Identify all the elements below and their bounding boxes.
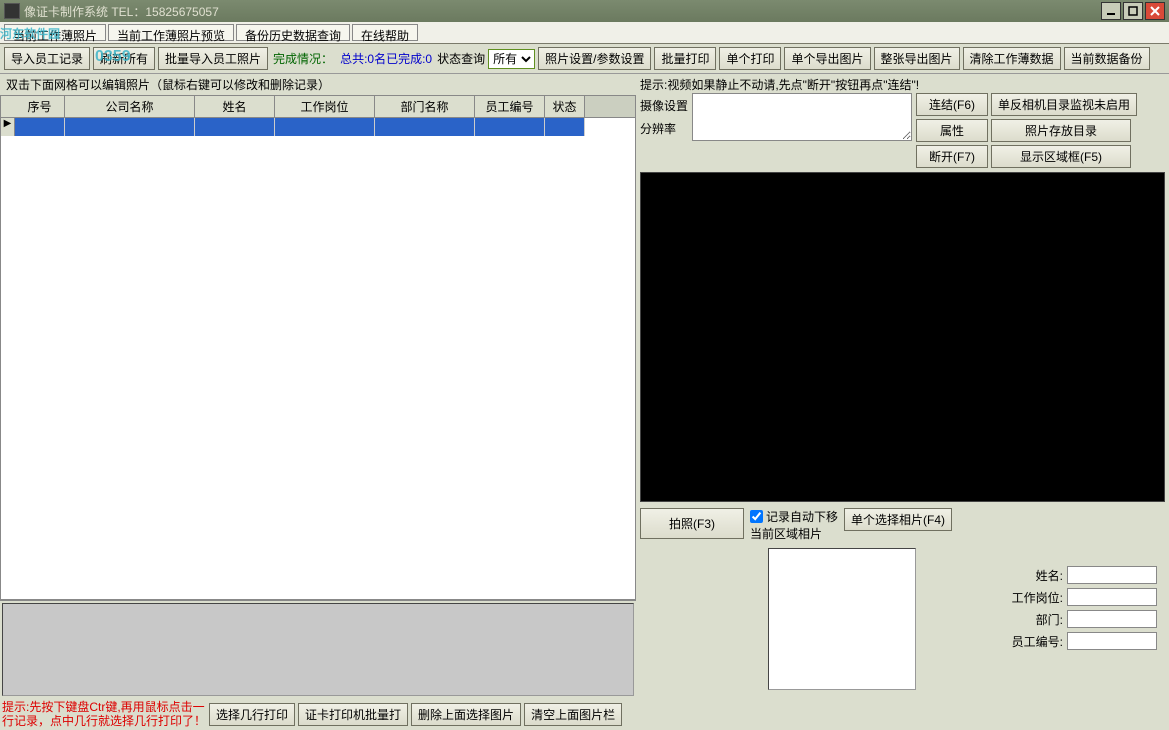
window-controls [1101, 2, 1165, 20]
col-dept[interactable]: 部门名称 [375, 96, 475, 117]
col-status[interactable]: 状态 [545, 96, 585, 117]
titlebar: 像证卡制作系统 TEL：15825675057 [0, 0, 1169, 22]
disconnect-button[interactable]: 断开(F7) [916, 145, 988, 168]
delete-selected-image-button[interactable]: 删除上面选择图片 [411, 703, 521, 726]
menu-tab-preview[interactable]: 当前工作薄照片预览 [108, 24, 234, 41]
name-field[interactable] [1067, 566, 1157, 584]
single-export-button[interactable]: 单个导出图片 [784, 47, 870, 70]
col-name[interactable]: 姓名 [195, 96, 275, 117]
menubar: 当前工作薄照片 当前工作薄照片预览 备份历史数据查询 在线帮助 [0, 22, 1169, 44]
refresh-all-button[interactable]: 刷新所有 [93, 47, 155, 70]
table-row[interactable]: ▶ [1, 118, 635, 136]
app-icon [4, 3, 20, 19]
batch-export-button[interactable]: 整张导出图片 [874, 47, 960, 70]
col-job[interactable]: 工作岗位 [275, 96, 375, 117]
auto-move-down-input[interactable] [750, 510, 763, 523]
job-label: 工作岗位: [1012, 589, 1063, 606]
empno-field[interactable] [1067, 632, 1157, 650]
maximize-button[interactable] [1123, 2, 1143, 20]
status-query-label: 状态查询 [437, 50, 485, 67]
empno-label: 员工编号: [1012, 633, 1063, 650]
close-button[interactable] [1145, 2, 1165, 20]
capture-button[interactable]: 拍照(F3) [640, 508, 744, 539]
properties-button[interactable]: 属性 [916, 119, 988, 142]
photo-dir-button[interactable]: 照片存放目录 [991, 119, 1131, 142]
status-filter-combo[interactable]: 所有 [488, 49, 535, 69]
resolution-label: 分辨率 [640, 120, 688, 137]
col-empno[interactable]: 员工编号 [475, 96, 545, 117]
right-panel: 提示:视频如果静止不动请,先点"断开"按钮再点"连结"! 摄像设置 分辨率 连结… [636, 74, 1169, 730]
col-company[interactable]: 公司名称 [65, 96, 195, 117]
thumbnail-strip[interactable] [2, 603, 634, 696]
col-seq[interactable]: 序号 [15, 96, 65, 117]
clear-workbook-button[interactable]: 清除工作薄数据 [963, 47, 1061, 70]
resolution-input[interactable] [692, 93, 912, 141]
progress-label: 完成情况： [271, 50, 335, 67]
progress-value: 总共:0名已完成:0 [338, 50, 434, 67]
photo-thumbnail [768, 548, 916, 690]
grid-hint: 双击下面网格可以编辑照片（鼠标右键可以修改和删除记录） [0, 74, 636, 95]
window-title: 像证卡制作系统 TEL：15825675057 [24, 3, 219, 20]
menu-tab-photos[interactable]: 当前工作薄照片 [4, 24, 106, 41]
camera-preview [640, 172, 1165, 502]
connect-button[interactable]: 连结(F6) [916, 93, 988, 116]
show-area-button[interactable]: 显示区域框(F5) [991, 145, 1131, 168]
job-field[interactable] [1067, 588, 1157, 606]
dept-label: 部门: [1036, 611, 1063, 628]
single-print-button[interactable]: 单个打印 [719, 47, 781, 70]
auto-move-down-checkbox[interactable]: 记录自动下移 [750, 508, 838, 525]
grid-header: 序号 公司名称 姓名 工作岗位 部门名称 员工编号 状态 [0, 95, 636, 118]
single-select-photo-button[interactable]: 单个选择相片(F4) [844, 508, 952, 531]
ctrl-hint-line2: 行记录，点中几行就选择几行打印了！ [2, 714, 206, 728]
dslr-monitor-button[interactable]: 单反相机目录监视未启用 [991, 93, 1137, 116]
select-rows-print-button[interactable]: 选择几行打印 [209, 703, 295, 726]
import-employee-button[interactable]: 导入员工记录 [4, 47, 90, 70]
clear-image-column-button[interactable]: 清空上面图片栏 [524, 703, 622, 726]
photo-param-button[interactable]: 照片设置/参数设置 [538, 47, 651, 70]
ctrl-hint-line1: 提示:先按下键盘Ctr键,再用鼠标点击一 [2, 700, 206, 714]
camera-settings-label: 摄像设置 [640, 97, 688, 114]
backup-now-button[interactable]: 当前数据备份 [1064, 47, 1150, 70]
menu-tab-history[interactable]: 备份历史数据查询 [236, 24, 350, 41]
employee-form: 姓名: 工作岗位: 部门: 员工编号: [1012, 566, 1157, 650]
toolbar: 导入员工记录 刷新所有 批量导入员工照片 完成情况： 总共:0名已完成:0 状态… [0, 44, 1169, 74]
current-area-photo-label: 当前区域相片 [750, 525, 838, 542]
batch-print-button[interactable]: 批量打印 [654, 47, 716, 70]
menu-tab-help[interactable]: 在线帮助 [352, 24, 418, 41]
name-label: 姓名: [1036, 567, 1063, 584]
left-panel: 双击下面网格可以编辑照片（鼠标右键可以修改和删除记录） 序号 公司名称 姓名 工… [0, 74, 636, 730]
grid-body[interactable]: ▶ [0, 118, 636, 600]
camera-hint: 提示:视频如果静止不动请,先点"断开"按钮再点"连结"! [640, 76, 1165, 93]
minimize-button[interactable] [1101, 2, 1121, 20]
dept-field[interactable] [1067, 610, 1157, 628]
card-printer-batch-button[interactable]: 证卡打印机批量打 [298, 703, 408, 726]
batch-import-photo-button[interactable]: 批量导入员工照片 [158, 47, 268, 70]
